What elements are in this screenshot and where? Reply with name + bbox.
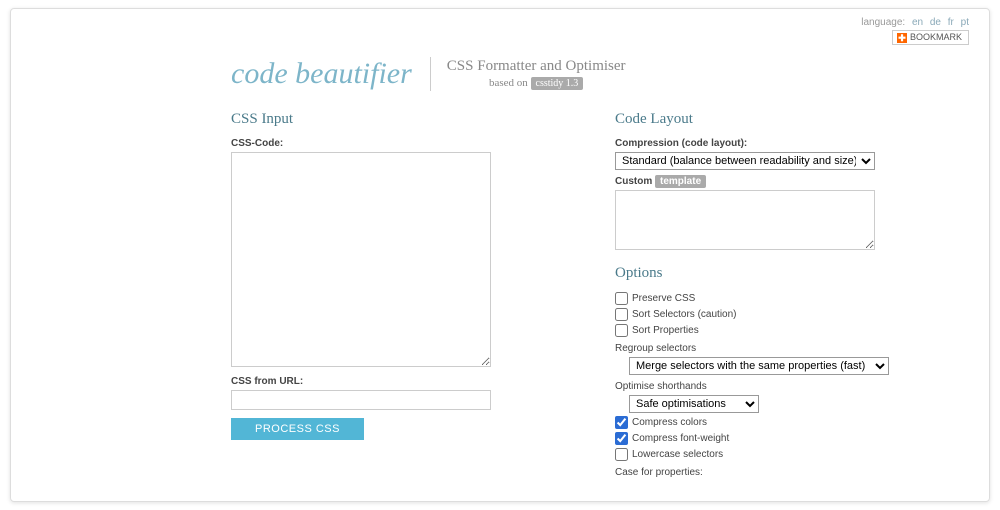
- preserve-css-label: Preserve CSS: [632, 293, 695, 304]
- bookmark-icon: ✚: [897, 33, 907, 43]
- custom-template-textarea[interactable]: [615, 190, 875, 250]
- code-layout-title: Code Layout: [615, 111, 969, 128]
- css-url-label: CSS from URL:: [231, 376, 585, 387]
- template-link[interactable]: template: [655, 175, 706, 188]
- custom-template-label: Custom template: [615, 176, 969, 187]
- tagline-main: CSS Formatter and Optimiser: [447, 58, 626, 75]
- css-input-section: CSS Input CSS-Code: CSS from URL: PROCES…: [231, 111, 585, 481]
- lang-fr[interactable]: fr: [948, 17, 954, 28]
- csstidy-link[interactable]: csstidy 1.3: [531, 77, 584, 90]
- preserve-css-checkbox[interactable]: [615, 292, 628, 305]
- regroup-label: Regroup selectors: [615, 343, 969, 354]
- compress-fontweight-checkbox[interactable]: [615, 432, 628, 445]
- topbar: language: en de fr pt ✚BOOKMARK: [31, 17, 969, 47]
- lang-de[interactable]: de: [930, 17, 941, 28]
- sort-properties-checkbox[interactable]: [615, 324, 628, 337]
- css-code-textarea[interactable]: [231, 152, 491, 367]
- sort-selectors-label: Sort Selectors (caution): [632, 309, 737, 320]
- lang-en[interactable]: en: [912, 17, 923, 28]
- code-layout-section: Code Layout Compression (code layout): S…: [615, 111, 969, 481]
- sort-properties-label: Sort Properties: [632, 325, 699, 336]
- css-url-input[interactable]: [231, 390, 491, 410]
- language-label: language:: [861, 17, 905, 28]
- lowercase-selectors-label: Lowercase selectors: [632, 449, 723, 460]
- tagline: CSS Formatter and Optimiser based on css…: [431, 58, 626, 89]
- process-css-button[interactable]: PROCESS CSS: [231, 418, 364, 440]
- options-title: Options: [615, 265, 969, 282]
- lang-pt[interactable]: pt: [961, 17, 969, 28]
- css-input-title: CSS Input: [231, 111, 585, 128]
- compress-colors-checkbox[interactable]: [615, 416, 628, 429]
- case-properties-label: Case for properties:: [615, 467, 969, 478]
- compression-label: Compression (code layout):: [615, 138, 969, 149]
- compression-select[interactable]: Standard (balance between readability an…: [615, 152, 875, 170]
- compress-colors-label: Compress colors: [632, 417, 707, 428]
- regroup-select[interactable]: Merge selectors with the same properties…: [629, 357, 889, 375]
- lowercase-selectors-checkbox[interactable]: [615, 448, 628, 461]
- bookmark-button[interactable]: ✚BOOKMARK: [892, 30, 969, 45]
- css-code-label: CSS-Code:: [231, 138, 585, 149]
- logo: code beautifier: [231, 57, 431, 91]
- compress-fontweight-label: Compress font-weight: [632, 433, 729, 444]
- tagline-sub: based on csstidy 1.3: [447, 77, 626, 89]
- header: code beautifier CSS Formatter and Optimi…: [231, 57, 969, 91]
- sort-selectors-checkbox[interactable]: [615, 308, 628, 321]
- optimise-select[interactable]: Safe optimisations: [629, 395, 759, 413]
- optimise-label: Optimise shorthands: [615, 381, 969, 392]
